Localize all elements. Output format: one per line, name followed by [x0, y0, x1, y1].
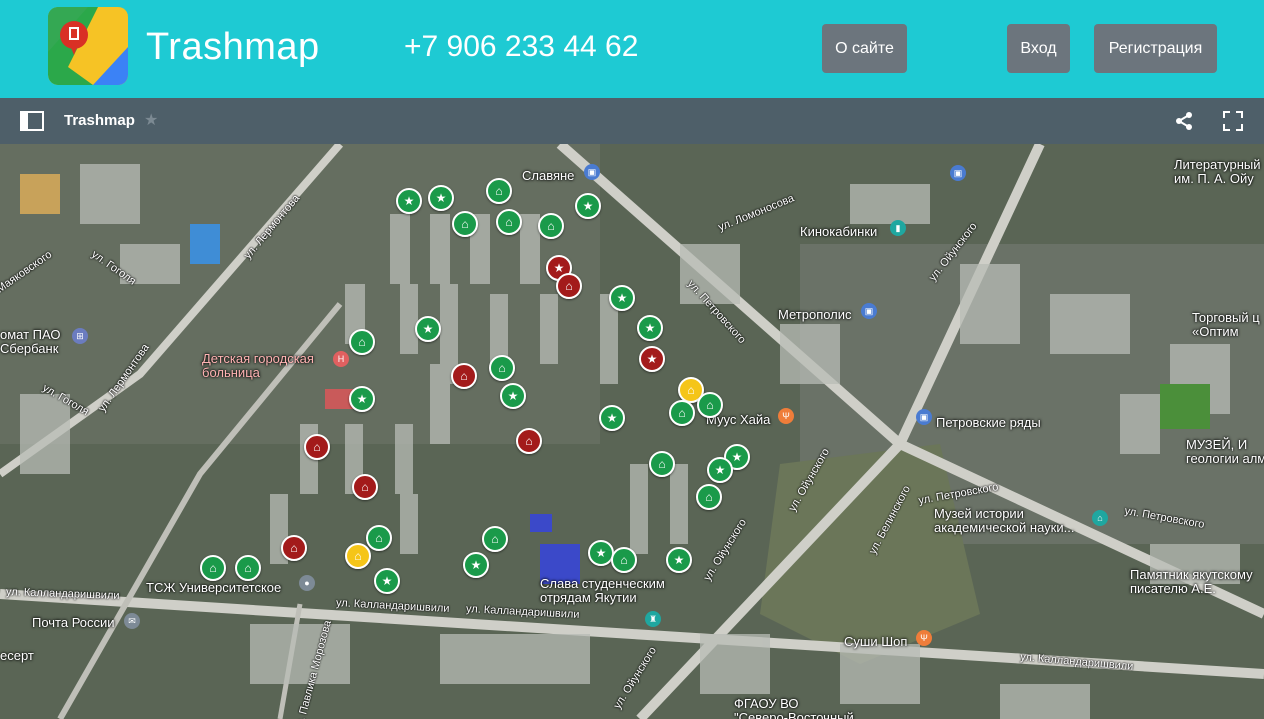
map-background	[0, 144, 1264, 719]
place-label[interactable]: Музей истории академической науки...	[934, 507, 1074, 535]
place-label[interactable]: Памятник якутскому писателю А.Е.	[1130, 568, 1253, 596]
place-label[interactable]: Петровские ряды	[936, 416, 1041, 430]
trash-marker-icon[interactable]: ★	[463, 552, 489, 578]
place-label[interactable]: Суши Шоп	[844, 635, 907, 649]
phone-number: +7 906 233 44 62	[404, 30, 639, 63]
place-label[interactable]: Метрополис	[778, 308, 852, 322]
trash-marker-icon[interactable]: ★	[599, 405, 625, 431]
trash-marker-icon[interactable]: ⌂	[345, 543, 371, 569]
shop-icon[interactable]: ▣	[950, 165, 966, 181]
trash-marker-icon[interactable]: ⌂	[451, 363, 477, 389]
trash-marker-icon[interactable]: ★	[666, 547, 692, 573]
trash-marker-icon[interactable]: ★	[588, 540, 614, 566]
register-button[interactable]: Регистрация	[1094, 24, 1217, 73]
trash-marker-icon[interactable]: ★	[609, 285, 635, 311]
trash-marker-icon[interactable]: ⌂	[486, 178, 512, 204]
brand-name[interactable]: Trashmap	[146, 26, 320, 69]
trash-marker-icon[interactable]: ⌂	[200, 555, 226, 581]
restaurant-icon[interactable]: Ψ	[916, 630, 932, 646]
trash-marker-icon[interactable]: ★	[374, 568, 400, 594]
place-label[interactable]: Торговый ц «Оптим	[1192, 311, 1260, 339]
monument-icon[interactable]: ♜	[645, 611, 661, 627]
bank-icon[interactable]: ⊞	[72, 328, 88, 344]
fullscreen-icon[interactable]	[1223, 111, 1243, 136]
trash-marker-icon[interactable]: ⌂	[538, 213, 564, 239]
hospital-icon[interactable]: H	[333, 351, 349, 367]
place-label[interactable]: омат ПАО Сбербанк	[0, 328, 61, 356]
place-label[interactable]: Литературный им. П. А. Ойу	[1174, 158, 1260, 186]
trash-marker-icon[interactable]: ★	[500, 383, 526, 409]
map-toolbar: Trashmap ★	[0, 98, 1264, 144]
place-label[interactable]: Славяне	[522, 169, 574, 183]
place-label[interactable]: Детская городская больница	[202, 352, 314, 380]
trash-marker-icon[interactable]: ⌂	[281, 535, 307, 561]
trash-marker-icon[interactable]: ★	[707, 457, 733, 483]
trash-marker-icon[interactable]: ★	[637, 315, 663, 341]
trash-marker-icon[interactable]: ★	[415, 316, 441, 342]
sidebar-toggle-icon[interactable]	[20, 111, 44, 136]
trash-marker-icon[interactable]: ⌂	[349, 329, 375, 355]
place-label[interactable]: Слава студенческим отрядам Якутии	[540, 577, 665, 605]
place-label[interactable]: МУЗЕЙ, И геологии алм	[1186, 438, 1264, 466]
share-icon[interactable]	[1175, 111, 1193, 136]
trash-marker-icon[interactable]: ⌂	[696, 484, 722, 510]
trash-marker-icon[interactable]: ⌂	[352, 474, 378, 500]
place-label[interactable]: ФГАОУ ВО "Северо-Восточный	[734, 697, 854, 719]
trash-marker-icon[interactable]: ⌂	[516, 428, 542, 454]
trash-marker-icon[interactable]: ★	[428, 185, 454, 211]
trash-marker-icon[interactable]: ⌂	[669, 400, 695, 426]
shop-icon[interactable]: ▣	[861, 303, 877, 319]
shop-icon[interactable]: ▣	[584, 164, 600, 180]
satellite-map[interactable]: ул. Лермонтова ул. Гоголя ул. Лермонтова…	[0, 144, 1264, 719]
place-label[interactable]: ТСЖ Университетское	[146, 581, 281, 595]
logo-icon[interactable]	[48, 7, 128, 85]
trash-marker-icon[interactable]: ⌂	[235, 555, 261, 581]
site-header: Trashmap +7 906 233 44 62 О сайте Вход Р…	[0, 0, 1264, 98]
trash-marker-icon[interactable]: ⌂	[611, 547, 637, 573]
post-icon[interactable]: ✉	[124, 613, 140, 629]
trash-marker-icon[interactable]: ★	[396, 188, 422, 214]
trash-marker-icon[interactable]: ⌂	[489, 355, 515, 381]
museum-icon[interactable]: ⌂	[1092, 510, 1108, 526]
trash-marker-icon[interactable]: ⌂	[556, 273, 582, 299]
favorite-star-icon[interactable]: ★	[144, 110, 158, 130]
trash-marker-icon[interactable]: ★	[575, 193, 601, 219]
trash-marker-icon[interactable]: ⌂	[649, 451, 675, 477]
shop-icon[interactable]: ▣	[916, 409, 932, 425]
trash-marker-icon[interactable]: ⌂	[697, 392, 723, 418]
cinema-icon[interactable]: ▮	[890, 220, 906, 236]
trash-marker-icon[interactable]: ⌂	[366, 525, 392, 551]
trash-marker-icon[interactable]: ⌂	[304, 434, 330, 460]
place-label[interactable]: Почта России	[32, 616, 115, 630]
about-button[interactable]: О сайте	[822, 24, 907, 73]
place-label[interactable]: есерт	[0, 649, 34, 663]
location-pin-icon[interactable]: ●	[299, 575, 315, 591]
login-button[interactable]: Вход	[1007, 24, 1070, 73]
trash-marker-icon[interactable]: ★	[639, 346, 665, 372]
trash-marker-icon[interactable]: ⌂	[482, 526, 508, 552]
trash-marker-icon[interactable]: ★	[349, 386, 375, 412]
trash-marker-icon[interactable]: ⌂	[496, 209, 522, 235]
place-label[interactable]: Кинокабинки	[800, 225, 877, 239]
map-title: Trashmap	[64, 112, 135, 129]
restaurant-icon[interactable]: Ψ	[778, 408, 794, 424]
trash-marker-icon[interactable]: ⌂	[452, 211, 478, 237]
